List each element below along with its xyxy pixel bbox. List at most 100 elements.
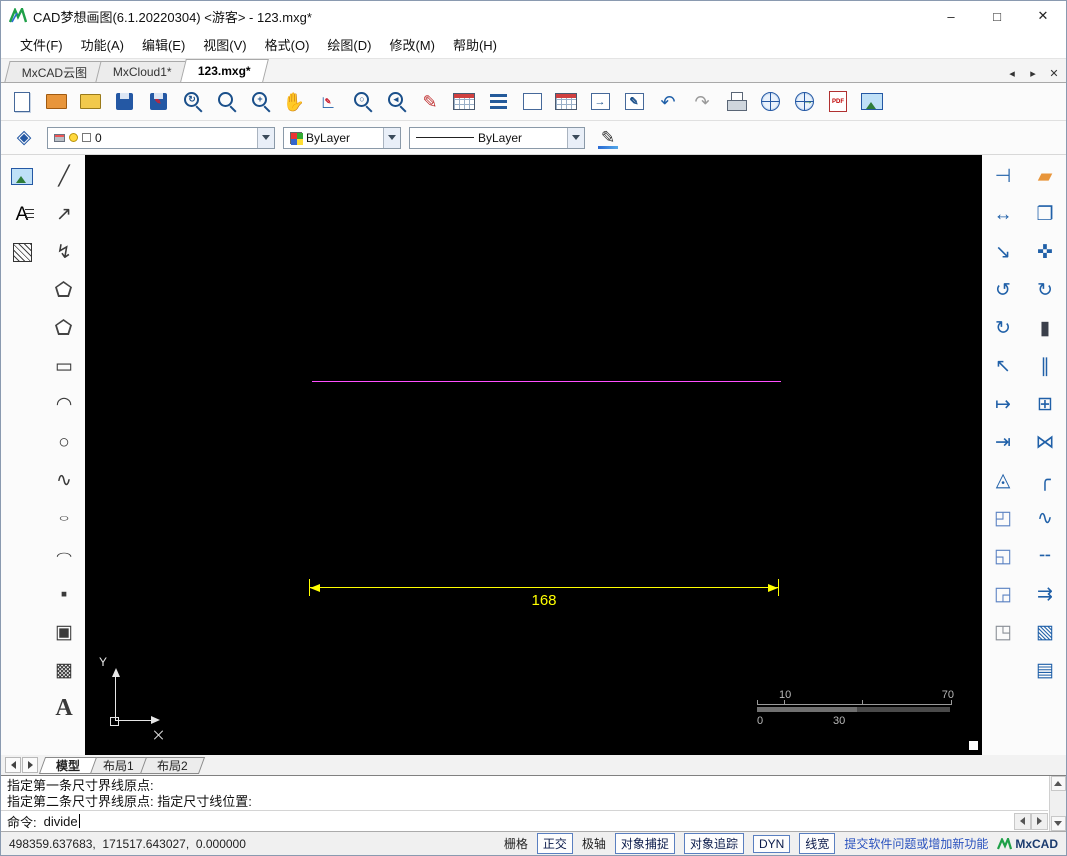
mirror-button[interactable]: ⋈ (1027, 424, 1063, 460)
toggle-polar[interactable]: 极轴 (582, 835, 606, 852)
move-button[interactable]: ✜ (1027, 234, 1063, 270)
pen-settings-button[interactable]: ✎ (593, 124, 623, 152)
break-at-point-button[interactable]: ⊣ (985, 158, 1021, 194)
scroll-up-button[interactable] (1050, 776, 1066, 791)
tab-mxcloud1[interactable]: MxCloud1* (95, 61, 190, 82)
menu-file[interactable]: 文件(F) (11, 32, 72, 57)
chevron-down-icon[interactable] (383, 127, 400, 148)
lengthen-button[interactable]: ↘ (985, 234, 1021, 270)
toggle-ortho[interactable]: 正交 (536, 833, 573, 854)
chevron-down-icon[interactable] (257, 127, 274, 148)
rectangle-button[interactable]: ▭ (46, 348, 82, 384)
linetype-combo[interactable]: ByLayer (409, 126, 585, 149)
break-button[interactable]: ╌ (1027, 538, 1063, 574)
erase-button[interactable]: ▰ (1027, 158, 1063, 194)
menu-edit[interactable]: 编辑(E) (133, 32, 194, 57)
explode-button[interactable]: ⇉ (1027, 576, 1063, 612)
print-button[interactable] (719, 86, 753, 118)
text-lines-button[interactable]: A (4, 196, 40, 232)
copy-button[interactable]: ❐ (1027, 196, 1063, 232)
zoom-dynamic-button[interactable]: ↻ (175, 86, 209, 118)
color-combo[interactable]: ByLayer (283, 126, 401, 149)
draw-order-below-button[interactable]: ◳ (985, 614, 1021, 650)
command-scrollbar[interactable] (1049, 776, 1066, 831)
tab-close-button[interactable]: ✕ (1045, 64, 1063, 82)
pdf-export-button[interactable]: PDF (821, 86, 855, 118)
zoom-in-button[interactable]: + (243, 86, 277, 118)
open-button[interactable] (73, 86, 107, 118)
menu-modify[interactable]: 修改(M) (380, 32, 444, 57)
toggle-grid[interactable]: 栅格 (504, 835, 528, 852)
align-button[interactable]: ◬ (985, 462, 1021, 498)
dimension-annotation[interactable]: 168 (309, 579, 779, 615)
line-button[interactable]: ╱ (46, 158, 82, 194)
insert-block-button[interactable]: → (583, 86, 617, 118)
trim-to-edge-button[interactable]: ⇥ (985, 424, 1021, 460)
block-edit-button[interactable]: ✎ (617, 86, 651, 118)
magenta-line[interactable] (312, 381, 781, 382)
point-button[interactable]: ▪ (46, 576, 82, 612)
layer-manager-button[interactable]: ◈ (9, 124, 39, 152)
offset-button[interactable]: ∥ (1027, 348, 1063, 384)
fill-rect-button[interactable]: ▮ (1027, 310, 1063, 346)
arc-button[interactable]: ◠ (46, 386, 82, 422)
zoom-previous-button[interactable]: ◂ (379, 86, 413, 118)
image-export-button[interactable] (855, 86, 889, 118)
command-scroll-left-button[interactable] (1014, 812, 1031, 830)
chevron-down-icon[interactable] (567, 127, 584, 148)
toggle-dyn[interactable]: DYN (752, 834, 791, 853)
command-input-text[interactable]: divide (44, 814, 78, 829)
text-style-button[interactable] (515, 86, 549, 118)
linetype-list-button[interactable] (481, 86, 515, 118)
zoom-all-button[interactable]: ○ (345, 86, 379, 118)
layout-tab-2[interactable]: 布局2 (139, 756, 205, 774)
box-3d-button[interactable]: ▧ (1027, 614, 1063, 650)
stretch-button[interactable]: ↔ (985, 196, 1021, 232)
open-cloud-button[interactable] (39, 86, 73, 118)
pan-button[interactable]: ✋ (277, 86, 311, 118)
redo-button[interactable]: ↷ (685, 86, 719, 118)
polyline-button[interactable]: ↯ (46, 234, 82, 270)
zoom-scale-button[interactable]: ∟ ✎ (311, 86, 345, 118)
feedback-link[interactable]: 提交软件问题或增加新功能 (844, 835, 988, 852)
save-button[interactable] (107, 86, 141, 118)
scale-up-button[interactable]: ↖ (985, 348, 1021, 384)
layout-tab-model[interactable]: 模型 (38, 756, 98, 774)
block-palette-button[interactable] (549, 86, 583, 118)
insert-image-button[interactable] (4, 158, 40, 194)
rotate-ccw-button[interactable]: ↺ (985, 272, 1021, 308)
block-button[interactable]: ▣ (46, 614, 82, 650)
rotate-button[interactable]: ↻ (1027, 272, 1063, 308)
array-button[interactable]: ⊞ (1027, 386, 1063, 422)
ellipse-arc-button[interactable]: ◠ (46, 538, 82, 574)
canvas-resize-handle[interactable] (969, 741, 978, 750)
menu-view[interactable]: 视图(V) (194, 32, 255, 57)
tab-scroll-right-button[interactable]: ▸ (1024, 64, 1042, 82)
toggle-otrack[interactable]: 对象追踪 (683, 833, 744, 854)
scroll-down-button[interactable] (1050, 816, 1066, 831)
menu-format[interactable]: 格式(O) (256, 32, 319, 57)
zoom-window-button[interactable] (209, 86, 243, 118)
close-button[interactable]: ✕ (1020, 1, 1066, 31)
layer-palette-button[interactable] (447, 86, 481, 118)
command-scroll-right-button[interactable] (1031, 812, 1048, 830)
new-button[interactable] (5, 86, 39, 118)
paste-button[interactable]: ▤ (1027, 652, 1063, 688)
polygon-button[interactable] (46, 272, 82, 308)
ellipse-button[interactable]: ○ (46, 500, 82, 536)
draw-pencil-button[interactable]: ✎ (413, 86, 447, 118)
layer-combo[interactable]: 0 (47, 126, 275, 149)
wipeout-button[interactable]: ▩ (46, 652, 82, 688)
hatch-button[interactable] (4, 234, 40, 270)
extend-button[interactable]: ↦ (985, 386, 1021, 422)
draw-order-above-button[interactable]: ◲ (985, 576, 1021, 612)
menu-function[interactable]: 功能(A) (72, 32, 133, 57)
rotate-cw-button[interactable]: ↻ (985, 310, 1021, 346)
draw-order-front-button[interactable]: ◰ (985, 500, 1021, 536)
web-share-button[interactable]: → (787, 86, 821, 118)
text-button[interactable]: A (46, 690, 82, 726)
minimize-button[interactable]: – (928, 1, 974, 31)
undo-button[interactable]: ↶ (651, 86, 685, 118)
command-input-row[interactable]: 命令: divide (1, 810, 1048, 831)
draw-order-back-button[interactable]: ◱ (985, 538, 1021, 574)
